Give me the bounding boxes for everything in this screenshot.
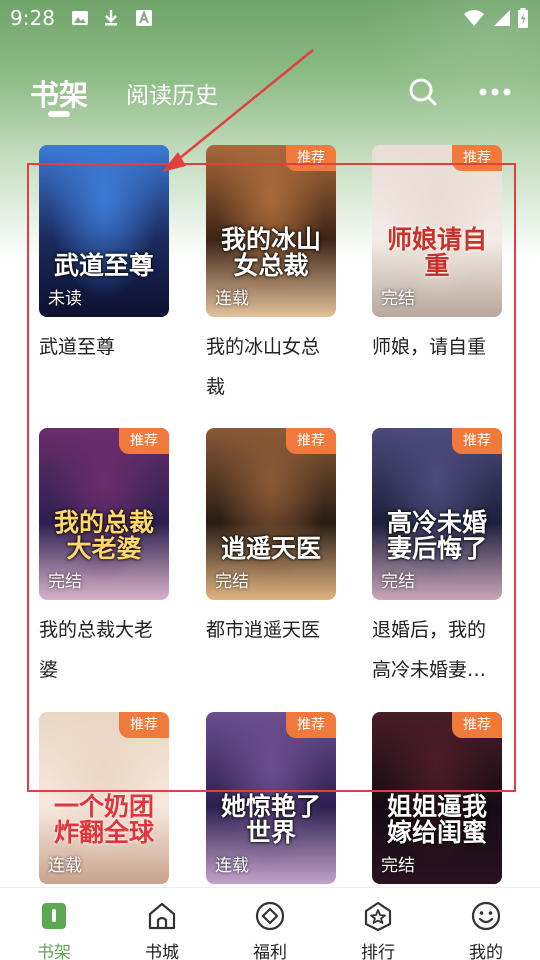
nav-label: 书城: [145, 943, 179, 960]
nav-label: 我的: [469, 943, 503, 960]
nav-label: 福利: [253, 943, 287, 960]
more-icon[interactable]: [477, 74, 513, 110]
nav-label: 书架: [37, 943, 71, 960]
cover-title: 姐姐逼我嫁给闺蜜: [386, 792, 487, 847]
tab-bookshelf[interactable]: 书架: [30, 72, 88, 114]
tab-reading-history[interactable]: 阅读历史: [126, 76, 218, 110]
battery-icon: [516, 8, 530, 28]
nav-welfare[interactable]: 福利: [230, 888, 310, 960]
image-icon: [70, 8, 90, 28]
nav-bookstore[interactable]: 书城: [122, 888, 202, 960]
font-icon: [134, 8, 154, 28]
bookstore-icon: [148, 902, 176, 930]
nav-ranking[interactable]: 排行: [338, 888, 418, 960]
cover-title: 她惊艳了世界: [220, 792, 321, 847]
header-tabs: 书架 阅读历史: [0, 62, 540, 122]
welfare-icon: [255, 901, 285, 931]
status-time: 9:28: [10, 6, 55, 30]
cover-title: 一个奶团炸翻全球: [53, 792, 154, 847]
ranking-icon: [364, 901, 392, 932]
wifi-icon: [462, 8, 486, 28]
search-icon[interactable]: [405, 74, 441, 110]
bottom-navigation: 书架 书城 福利 排行 我的: [0, 887, 540, 960]
bookshelf-icon: [42, 903, 66, 929]
nav-profile[interactable]: 我的: [446, 888, 526, 960]
book-status-tag: 连载: [215, 856, 249, 876]
profile-icon: [471, 901, 501, 931]
tab-active-indicator: [48, 111, 70, 117]
download-icon: [101, 8, 121, 28]
signal-icon: [492, 8, 512, 28]
book-status-tag: 连载: [48, 856, 82, 876]
annotation-highlight-box: [27, 163, 516, 792]
status-bar: 9:28: [0, 0, 540, 36]
nav-bookshelf[interactable]: 书架: [14, 888, 94, 960]
nav-label: 排行: [361, 943, 395, 960]
book-status-tag: 完结: [381, 856, 415, 876]
